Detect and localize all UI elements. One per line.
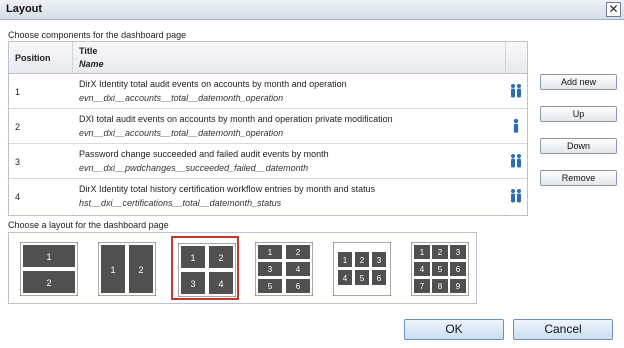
cell-label: 5 <box>268 282 273 291</box>
cell-label: 1 <box>190 253 195 263</box>
cell-label: 8 <box>438 282 443 291</box>
row-title: Password change succeeded and failed aud… <box>79 149 329 159</box>
cell-label: 4 <box>343 274 348 283</box>
cell-label: 2 <box>296 248 301 257</box>
layout-2x2-icon: 1 2 3 4 <box>178 243 236 297</box>
cell-label: 1 <box>268 248 273 257</box>
grid-header: Position Title Name <box>9 42 527 74</box>
cell-label: 4 <box>420 265 425 274</box>
row-title: DirX Identity total history certificatio… <box>79 184 376 194</box>
cell-label: 2 <box>138 265 143 275</box>
cell-label: 1 <box>420 248 425 257</box>
cell-label: 6 <box>296 282 301 291</box>
table-row[interactable]: 4 DirX Identity total history certificat… <box>9 179 527 214</box>
layout-option-2x2[interactable]: 1 2 3 4 <box>171 236 239 300</box>
row-title: DXI total audit events on accounts by mo… <box>79 114 393 124</box>
cell-label: 1 <box>110 265 115 275</box>
row-position: 3 <box>15 157 21 167</box>
cell-label: 6 <box>456 265 461 274</box>
cancel-button[interactable]: Cancel <box>513 319 613 340</box>
cell-label: 2 <box>218 253 223 263</box>
cell-label: 1 <box>46 252 51 262</box>
table-row[interactable]: 2 DXI total audit events on accounts by … <box>9 109 527 144</box>
cell-label: 3 <box>377 256 382 265</box>
layouts-label: Choose a layout for the dashboard page <box>8 220 169 230</box>
cell-label: 3 <box>268 265 273 274</box>
layout-2x1-icon: 1 2 <box>98 242 156 296</box>
layout-option-3x3[interactable]: 1 2 3 4 5 6 7 8 9 <box>405 236 473 300</box>
up-button[interactable]: Up <box>540 106 617 122</box>
layout-2x3-icon: 1 2 3 4 5 6 <box>333 242 391 296</box>
header-title[interactable]: Title <box>79 46 97 56</box>
cell-label: 3 <box>190 279 195 289</box>
cell-label: 9 <box>456 282 461 291</box>
row-name: evn__dxi__accounts__total__datemonth_ope… <box>79 93 284 103</box>
cell-label: 2 <box>360 256 365 265</box>
layout-option-2x1[interactable]: 1 2 <box>92 236 160 300</box>
cell-label: 7 <box>420 282 425 291</box>
row-position: 1 <box>15 87 21 97</box>
row-name: evn__dxi__pwdchanges__succeeded_failed__… <box>79 163 309 173</box>
cell-label: 1 <box>343 256 348 265</box>
remove-button[interactable]: Remove <box>540 170 617 186</box>
cell-label: 4 <box>296 265 301 274</box>
row-name: hst__dxi__certifications__total__datemon… <box>79 198 282 208</box>
user-group-icon <box>511 84 521 98</box>
window-title: Layout <box>6 3 43 15</box>
header-position[interactable]: Position <box>15 53 51 63</box>
layout-picker: 1 2 1 2 1 2 3 4 1 2 3 4 5 6 1 2 3 4 5 6 … <box>8 232 477 304</box>
user-group-icon <box>511 154 521 168</box>
cell-label: 6 <box>377 274 382 283</box>
table-row[interactable]: 3 Password change succeeded and failed a… <box>9 144 527 179</box>
ok-button[interactable]: OK <box>404 319 504 340</box>
layout-option-1x2[interactable]: 1 2 <box>14 236 82 300</box>
cell-label: 5 <box>438 265 443 274</box>
down-button[interactable]: Down <box>540 138 617 154</box>
layout-option-2x3[interactable]: 1 2 3 4 5 6 <box>327 236 395 300</box>
row-position: 4 <box>15 192 21 202</box>
row-position: 2 <box>15 122 21 132</box>
user-icon <box>513 118 519 133</box>
title-bar: Layout ✕ <box>0 0 624 20</box>
table-row[interactable]: 1 DirX Identity total audit events on ac… <box>9 74 527 109</box>
add-new-button[interactable]: Add new <box>540 74 617 90</box>
layout-1x2-icon: 1 2 <box>20 242 78 296</box>
layout-option-3x2[interactable]: 1 2 3 4 5 6 <box>249 236 317 300</box>
user-group-icon <box>511 189 521 203</box>
layout-3x2-icon: 1 2 3 4 5 6 <box>255 242 313 296</box>
components-grid: Position Title Name 1 DirX Identity tota… <box>8 41 528 216</box>
close-icon[interactable]: ✕ <box>606 2 621 17</box>
layout-3x3-icon: 1 2 3 4 5 6 7 8 9 <box>411 242 469 296</box>
cell-label: 2 <box>438 248 443 257</box>
components-label: Choose components for the dashboard page <box>8 30 187 40</box>
row-title: DirX Identity total audit events on acco… <box>79 79 347 89</box>
cell-label: 2 <box>46 278 51 288</box>
cell-label: 3 <box>456 248 461 257</box>
cell-label: 4 <box>218 279 223 289</box>
cell-label: 5 <box>360 274 365 283</box>
header-name: Name <box>79 59 104 69</box>
row-name: evn__dxi__accounts__total__datemonth_ope… <box>79 128 284 138</box>
